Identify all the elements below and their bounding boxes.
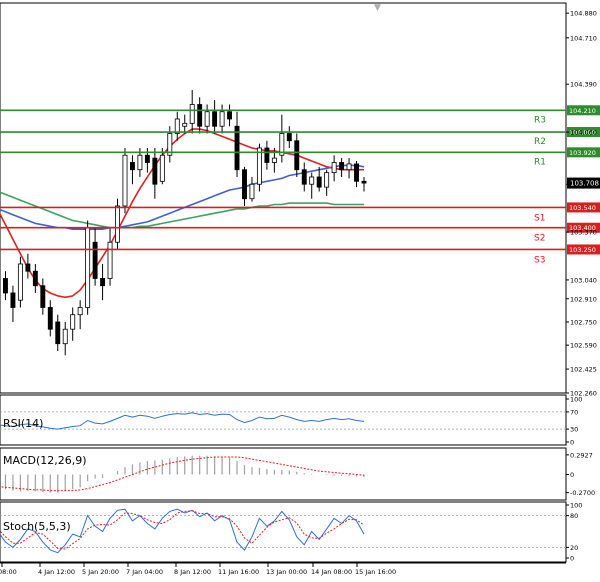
price-tick-label: 104.880 — [570, 10, 597, 18]
stoch-label: Stoch(5,5,3) — [3, 520, 71, 533]
macd-label: MACD(12,26,9) — [3, 454, 87, 467]
axis-tick-label: 0 — [570, 471, 574, 479]
candle-body — [264, 147, 270, 163]
price-tick-label: 104.060 — [570, 129, 597, 137]
time-tick-label: 14 Jan 08:00 — [311, 568, 352, 576]
candle-body — [294, 140, 300, 171]
level-name: R2 — [534, 137, 546, 147]
price-tick-label: 104.710 — [570, 34, 597, 42]
candle — [17, 256, 23, 308]
time-tick-label: 11 Jan 16:00 — [218, 568, 259, 576]
candle-body — [227, 111, 233, 120]
axis-tick-label: 80 — [570, 512, 578, 520]
level-name: S1 — [534, 213, 545, 223]
candle-body — [339, 162, 345, 171]
time-tick-label: 15 Jan 16:00 — [355, 568, 396, 576]
time-tick-label: 08:00 — [0, 568, 17, 576]
candle-body — [316, 176, 322, 188]
candle-body — [92, 241, 98, 279]
candle — [115, 198, 120, 250]
price-tick-label: 104.390 — [570, 81, 597, 89]
level-name: R3 — [534, 115, 546, 125]
candle-body — [189, 104, 195, 124]
candle-body — [70, 314, 76, 330]
candle-body — [100, 278, 106, 287]
candle-body — [159, 154, 165, 182]
candle — [256, 143, 262, 192]
candle-body — [47, 307, 53, 330]
level-value-label: 103.920 — [569, 149, 596, 157]
price-tick-label: 103.040 — [570, 276, 597, 284]
candle-body — [152, 157, 158, 185]
price-tick-label: 102.910 — [570, 295, 597, 303]
candle-body — [62, 328, 68, 345]
price-tick-label: 102.750 — [570, 318, 597, 326]
candle — [85, 220, 91, 315]
candle-body — [219, 111, 225, 127]
level-value-label: 103.250 — [569, 246, 596, 254]
candle-body — [361, 180, 367, 184]
candle-body — [25, 263, 31, 272]
candle-body — [32, 270, 38, 287]
candle-body — [55, 321, 61, 345]
candle-body — [301, 169, 307, 185]
price-tick-label: 102.590 — [570, 342, 597, 350]
level-name: R1 — [534, 157, 546, 167]
candle-body — [17, 263, 23, 301]
current-price-label: 103.708 — [570, 180, 599, 188]
time-tick-label: 5 Jan 20:00 — [82, 568, 119, 576]
time-tick-label: 7 Jan 04:00 — [126, 568, 163, 576]
candle-body — [10, 292, 16, 308]
candle-body — [271, 157, 277, 163]
level-name: S2 — [534, 234, 545, 244]
level-value-label: 104.210 — [569, 107, 596, 115]
candle-body — [354, 163, 359, 182]
candle-body — [144, 154, 150, 163]
candle-body — [331, 162, 337, 174]
axis-tick-label: 30 — [570, 426, 578, 434]
collapse-arrow-icon[interactable]: ▼ — [374, 3, 381, 13]
rsi-label: RSI(14) — [3, 417, 43, 430]
candle-body — [3, 278, 8, 294]
candle-body — [242, 169, 247, 200]
price-tick-label: 102.425 — [570, 366, 597, 374]
candle-body — [249, 183, 255, 200]
axis-tick-label: 0 — [570, 439, 574, 447]
candle-body — [324, 172, 330, 188]
candle-body — [107, 241, 113, 279]
candle-body — [204, 111, 210, 127]
level-value-label: 103.540 — [569, 204, 596, 212]
axis-tick-label: -0.2700 — [570, 489, 595, 497]
candle-body — [137, 154, 143, 171]
axis-tick-label: 70 — [570, 408, 578, 416]
candle-body — [85, 227, 91, 308]
current-price-tag: 103.708 — [567, 177, 600, 189]
candle-body — [77, 307, 83, 316]
candle-body — [346, 163, 352, 171]
axis-tick-label: 100 — [570, 396, 582, 404]
candle-body — [256, 147, 262, 185]
candle-body — [129, 162, 135, 171]
axis-tick-label: 0 — [570, 555, 574, 563]
axis-tick-label: 0.2927 — [570, 451, 593, 459]
level-name: S3 — [534, 255, 545, 265]
axis-tick-label: 100 — [570, 502, 582, 510]
price-chart: R3 104.210 R2 104.060 R1 103.920 S1 103.540 S2 10… — [0, 0, 600, 582]
candle-body — [286, 133, 292, 142]
candle-body — [212, 111, 218, 127]
candle-body — [122, 154, 128, 207]
candle-body — [182, 122, 188, 127]
time-tick-label: 13 Jan 00:00 — [266, 568, 307, 576]
axis-tick-label: 20 — [570, 544, 578, 552]
candle-body — [115, 205, 120, 243]
candle — [122, 147, 128, 214]
candle-body — [309, 176, 315, 185]
time-tick-label: 4 Jan 12:00 — [38, 568, 75, 576]
candle-body — [40, 285, 46, 308]
candle-body — [197, 104, 203, 127]
price-tick-label: 103.370 — [570, 229, 597, 237]
time-tick-label: 8 Jan 12:00 — [174, 568, 211, 576]
